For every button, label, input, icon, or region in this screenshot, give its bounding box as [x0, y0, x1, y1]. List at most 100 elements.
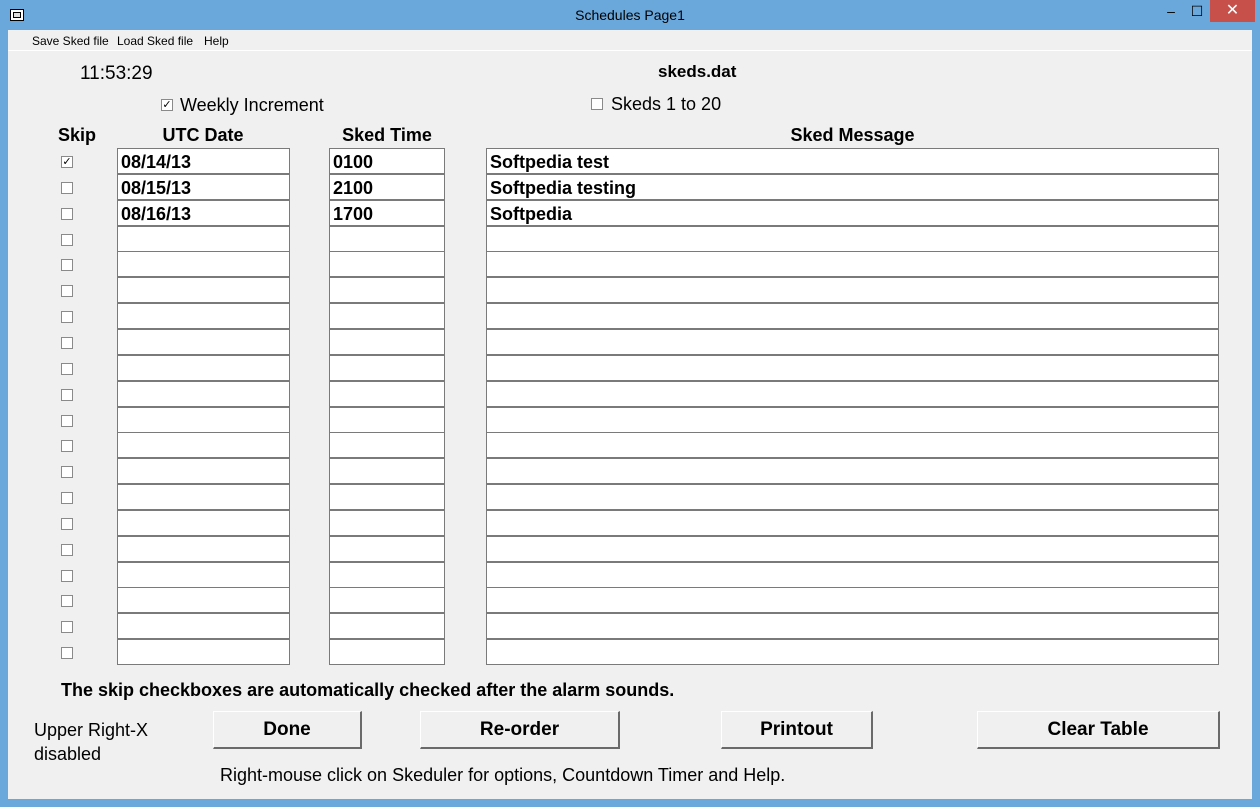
- sked-time-cell[interactable]: 1700: [329, 200, 445, 226]
- skip-checkbox[interactable]: [61, 518, 73, 530]
- sked-message-cell[interactable]: [486, 562, 1219, 588]
- window-title: Schedules Page1: [575, 7, 685, 23]
- sked-time-cell[interactable]: [329, 562, 445, 588]
- skip-checkbox[interactable]: [61, 389, 73, 401]
- skip-checkbox[interactable]: [61, 621, 73, 633]
- sked-time-cell[interactable]: [329, 329, 445, 355]
- sked-message-cell[interactable]: Softpedia test: [486, 148, 1219, 174]
- sked-time-cell[interactable]: [329, 251, 445, 277]
- skip-checkbox[interactable]: [61, 492, 73, 504]
- sked-message-cell[interactable]: [486, 355, 1219, 381]
- menu-load-sked-file[interactable]: Load Sked file: [117, 34, 193, 48]
- title-bar[interactable]: Schedules Page1 – ☐ ✕: [0, 0, 1260, 30]
- utc-date-cell[interactable]: [117, 639, 290, 665]
- utc-date-cell[interactable]: [117, 458, 290, 484]
- utc-date-cell[interactable]: [117, 484, 290, 510]
- sked-message-cell[interactable]: Softpedia testing: [486, 174, 1219, 200]
- sked-time-cell[interactable]: [329, 303, 445, 329]
- sked-time-cell[interactable]: 2100: [329, 174, 445, 200]
- skip-checkbox[interactable]: [61, 363, 73, 375]
- utc-date-cell[interactable]: [117, 381, 290, 407]
- utc-date-cell[interactable]: [117, 407, 290, 433]
- utc-date-cell[interactable]: [117, 329, 290, 355]
- skip-checkbox[interactable]: [61, 337, 73, 349]
- menu-save-sked-file[interactable]: Save Sked file: [32, 34, 109, 48]
- skip-checkbox[interactable]: [61, 259, 73, 271]
- skip-checkbox[interactable]: [61, 466, 73, 478]
- skip-checkbox[interactable]: [61, 285, 73, 297]
- skip-checkbox[interactable]: ✓: [61, 156, 73, 168]
- skip-info-note: The skip checkboxes are automatically ch…: [61, 680, 675, 700]
- utc-date-cell[interactable]: [117, 277, 290, 303]
- menu-help[interactable]: Help: [204, 34, 229, 48]
- utc-date-cell[interactable]: [117, 226, 290, 252]
- skip-checkbox[interactable]: [61, 311, 73, 323]
- upper-right-x-note-line-2: disabled: [34, 744, 102, 764]
- maximize-button[interactable]: ☐: [1184, 0, 1210, 22]
- sked-time-cell[interactable]: [329, 536, 445, 562]
- skip-checkbox[interactable]: [61, 570, 73, 582]
- sked-message-cell[interactable]: [486, 458, 1219, 484]
- reorder-button[interactable]: Re-order: [420, 711, 620, 749]
- utc-date-cell[interactable]: [117, 613, 290, 639]
- utc-date-cell[interactable]: [117, 536, 290, 562]
- skip-checkbox[interactable]: [61, 544, 73, 556]
- sked-message-cell[interactable]: [486, 277, 1219, 303]
- utc-date-cell[interactable]: [117, 562, 290, 588]
- printout-button[interactable]: Printout: [721, 711, 873, 749]
- utc-date-cell[interactable]: [117, 510, 290, 536]
- sked-message-cell[interactable]: [486, 484, 1219, 510]
- sked-time-cell[interactable]: [329, 432, 445, 458]
- utc-date-cell[interactable]: 08/15/13: [117, 174, 290, 200]
- skip-checkbox[interactable]: [61, 234, 73, 246]
- minimize-button[interactable]: –: [1158, 0, 1184, 22]
- utc-date-column-header: UTC Date: [162, 125, 244, 145]
- sked-time-cell[interactable]: [329, 226, 445, 252]
- utc-date-cell[interactable]: 08/14/13: [117, 148, 290, 174]
- sked-time-cell[interactable]: [329, 355, 445, 381]
- skeds-1-to-20-checkbox[interactable]: [591, 98, 603, 110]
- utc-date-cell[interactable]: [117, 587, 290, 613]
- utc-date-cell[interactable]: 08/16/13: [117, 200, 290, 226]
- file-name-label: skeds.dat: [658, 62, 737, 81]
- utc-date-cell[interactable]: [117, 432, 290, 458]
- sked-message-cell[interactable]: [486, 613, 1219, 639]
- sked-time-cell[interactable]: [329, 407, 445, 433]
- sked-message-cell[interactable]: [486, 510, 1219, 536]
- sked-time-cell[interactable]: [329, 639, 445, 665]
- skip-checkbox[interactable]: [61, 440, 73, 452]
- weekly-increment-label: Weekly Increment: [180, 95, 324, 115]
- sked-time-cell[interactable]: [329, 484, 445, 510]
- sked-message-cell[interactable]: [486, 329, 1219, 355]
- skip-checkbox[interactable]: [61, 595, 73, 607]
- weekly-increment-checkbox[interactable]: ✓: [161, 99, 173, 111]
- skip-checkbox[interactable]: [61, 182, 73, 194]
- sked-message-cell[interactable]: [486, 303, 1219, 329]
- skip-checkbox[interactable]: [61, 208, 73, 220]
- close-button[interactable]: ✕: [1210, 0, 1255, 22]
- sked-message-cell[interactable]: [486, 639, 1219, 665]
- sked-message-column-header: Sked Message: [790, 125, 915, 145]
- sked-message-cell[interactable]: [486, 407, 1219, 433]
- utc-date-cell[interactable]: [117, 251, 290, 277]
- sked-time-cell[interactable]: [329, 510, 445, 536]
- sked-time-cell[interactable]: [329, 458, 445, 484]
- sked-message-cell[interactable]: [486, 536, 1219, 562]
- clear-table-button[interactable]: Clear Table: [977, 711, 1220, 749]
- sked-message-cell[interactable]: [486, 226, 1219, 252]
- sked-message-cell[interactable]: [486, 432, 1219, 458]
- sked-time-cell[interactable]: [329, 277, 445, 303]
- sked-time-cell[interactable]: [329, 587, 445, 613]
- sked-message-cell[interactable]: [486, 251, 1219, 277]
- sked-message-cell[interactable]: [486, 381, 1219, 407]
- sked-time-cell[interactable]: [329, 381, 445, 407]
- done-button[interactable]: Done: [213, 711, 362, 749]
- utc-date-cell[interactable]: [117, 303, 290, 329]
- sked-time-cell[interactable]: 0100: [329, 148, 445, 174]
- sked-message-cell[interactable]: Softpedia: [486, 200, 1219, 226]
- sked-time-cell[interactable]: [329, 613, 445, 639]
- skip-checkbox[interactable]: [61, 647, 73, 659]
- utc-date-cell[interactable]: [117, 355, 290, 381]
- sked-message-cell[interactable]: [486, 587, 1219, 613]
- skip-checkbox[interactable]: [61, 415, 73, 427]
